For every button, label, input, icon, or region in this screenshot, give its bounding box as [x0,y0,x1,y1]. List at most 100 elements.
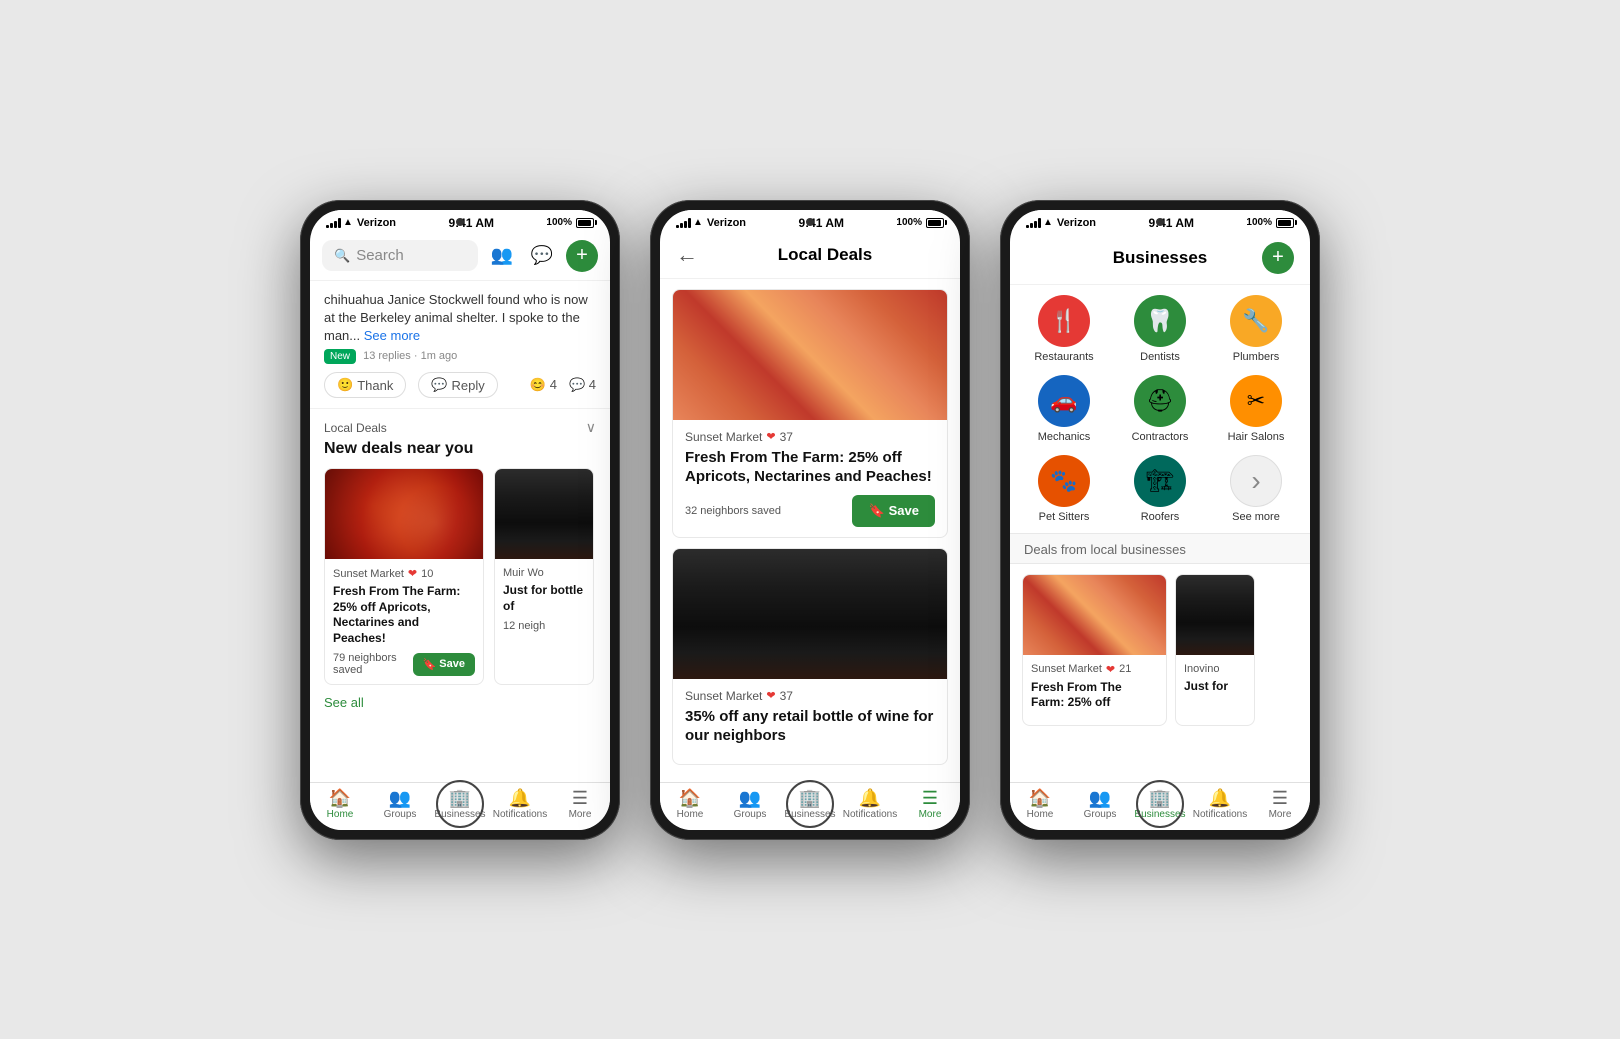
friends-icon[interactable]: 👥 [486,240,518,272]
businesses-icon-3: 🏢 [1149,789,1171,807]
see-all-link[interactable]: See all [324,695,596,710]
post-text: chihuahua Janice Stockwell found who is … [324,291,596,346]
header-icons: 👥 💬 + [486,240,598,272]
phone2-header: ← Local Deals [660,232,960,279]
cat-see-more-label: See more [1232,511,1280,523]
chevron-down-icon: ∨ [586,419,596,436]
nav-notifications-3[interactable]: 🔔 Notifications [1190,789,1250,820]
deal-local-2[interactable]: Inovino Just for [1175,574,1255,726]
deal-local-title-1: Fresh From The Farm: 25% off [1031,680,1158,711]
neighbors-saved-1: 79 neighbors saved [333,652,413,676]
see-more-link[interactable]: See more [364,328,420,343]
nav-groups-2[interactable]: 👥 Groups [720,789,780,820]
businesses-icon-2: 🏢 [799,789,821,807]
more-icon-2: ☰ [922,789,938,807]
cat-dentists[interactable]: 🦷 Dentists [1118,295,1202,363]
nav-groups-1[interactable]: 👥 Groups [370,789,430,820]
cat-restaurants-label: Restaurants [1034,351,1093,363]
nav-home-2[interactable]: 🏠 Home [660,789,720,820]
phone-2: ▲ Verizon 9:41 AM 100% ← Local Deals [650,200,970,840]
bookmark-icon-1: 🔖 [423,658,437,671]
cat-roofers[interactable]: 🏗 Roofers [1118,455,1202,523]
thank-btn[interactable]: 🙂 Thank [324,372,406,398]
nav-notifications-2[interactable]: 🔔 Notifications [840,789,900,820]
carrier-1: Verizon [357,217,396,229]
contractors-icon: ⛑ [1134,375,1186,427]
nav-groups-3[interactable]: 👥 Groups [1070,789,1130,820]
deal-local-market-1: Sunset Market ❤ 21 [1031,663,1158,676]
cat-contractors-label: Contractors [1132,431,1189,443]
more-icon-3: ☰ [1272,789,1288,807]
deal-local-title-2: Just for [1184,679,1246,695]
deal-card-1[interactable]: Sunset Market ❤ 10 Fresh From The Farm: … [324,468,484,685]
deal-card-2[interactable]: Muir Wo Just for bottle of 12 neigh [494,468,594,685]
status-bar-3: ▲ Verizon 9:41 AM 100% [1010,210,1310,232]
page-title-2: Local Deals [706,245,944,265]
page-title-3: Businesses [1058,248,1262,268]
nav-home-3[interactable]: 🏠 Home [1010,789,1070,820]
react-1: 😊 4 [530,377,557,393]
home-icon-1: 🏠 [329,789,351,807]
see-more-icon: › [1230,455,1282,507]
signal-icon-2 [676,218,691,228]
phone3-content: 🍴 Restaurants 🦷 Dentists 🔧 Plumbers [1010,285,1310,830]
cat-pet-sitters[interactable]: 🐾 Pet Sitters [1022,455,1106,523]
cat-plumbers[interactable]: 🔧 Plumbers [1214,295,1298,363]
nav-businesses-2[interactable]: 🏢 Businesses [780,789,840,820]
messages-icon[interactable]: 💬 [526,240,558,272]
cat-see-more[interactable]: › See more [1214,455,1298,523]
cat-mechanics[interactable]: 🚗 Mechanics [1022,375,1106,443]
add-btn[interactable]: + [566,240,598,272]
wifi-icon: ▲ [343,217,353,228]
deal-full-card-2[interactable]: Sunset Market ❤ 37 35% off any retail bo… [672,548,948,765]
groups-icon-1: 👥 [389,789,411,807]
deal-image-1 [325,469,483,559]
cat-restaurants[interactable]: 🍴 Restaurants [1022,295,1106,363]
deal-full-title-1: Fresh From The Farm: 25% off Apricots, N… [685,448,935,487]
add-btn-3[interactable]: + [1262,242,1294,274]
search-bar[interactable]: 🔍 Search [322,240,478,271]
smiley-icon: 🙂 [337,377,353,393]
deal-full-card-1[interactable]: Sunset Market ❤ 37 Fresh From The Farm: … [672,289,948,538]
phone1-feed: chihuahua Janice Stockwell found who is … [310,281,610,830]
reply-icon: 💬 [431,377,447,393]
nav-more-3[interactable]: ☰ More [1250,789,1310,820]
save-btn-1[interactable]: 🔖 Save [413,653,475,676]
new-badge: New [324,349,356,364]
nav-businesses-3[interactable]: 🏢 Businesses [1130,789,1190,820]
neighbors-saved-2: 12 neigh [503,620,585,632]
time-ago: 1m ago [421,350,458,362]
search-placeholder: Search [356,247,404,264]
heart-icon-1: ❤ [408,567,417,580]
carrier-2: Verizon [707,217,746,229]
phone-1: ▲ Verizon 9:41 AM 100% 🔍 Search 👥 💬 [300,200,620,840]
signal-icon [326,218,341,228]
nav-more-1[interactable]: ☰ More [550,789,610,820]
heart-icon-f2: ❤ [766,689,775,702]
cat-contractors[interactable]: ⛑ Contractors [1118,375,1202,443]
deals-local-scroll: Sunset Market ❤ 21 Fresh From The Farm: … [1010,564,1310,736]
deal-image-2 [495,469,593,559]
groups-icon-3: 👥 [1089,789,1111,807]
nav-more-2[interactable]: ☰ More [900,789,960,820]
notifications-icon-2: 🔔 [859,789,881,807]
nav-businesses-1[interactable]: 🏢 Businesses [430,789,490,820]
notifications-icon-1: 🔔 [509,789,531,807]
deal-full-save-btn-1[interactable]: 🔖 Save [852,495,935,527]
battery-pct-1: 100% [546,217,572,228]
deal-local-1[interactable]: Sunset Market ❤ 21 Fresh From The Farm: … [1022,574,1167,726]
cat-hair-salons[interactable]: ✂ Hair Salons [1214,375,1298,443]
deal-full-img-1 [673,290,947,420]
time-2: 9:41 AM [798,216,844,230]
battery-pct-3: 100% [1246,217,1272,228]
bottom-nav-3: 🏠 Home 👥 Groups 🏢 Businesses 🔔 Notificat… [1010,782,1310,830]
phone2-content: Sunset Market ❤ 37 Fresh From The Farm: … [660,279,960,830]
deal-full-title-2: 35% off any retail bottle of wine for ou… [685,707,935,746]
nav-notifications-1[interactable]: 🔔 Notifications [490,789,550,820]
phone1-header: 🔍 Search 👥 💬 + [310,232,610,281]
deal-full-img-2 [673,549,947,679]
back-btn-2[interactable]: ← [676,242,698,268]
nav-home-1[interactable]: 🏠 Home [310,789,370,820]
reply-btn[interactable]: 💬 Reply [418,372,497,398]
dentists-icon: 🦷 [1134,295,1186,347]
